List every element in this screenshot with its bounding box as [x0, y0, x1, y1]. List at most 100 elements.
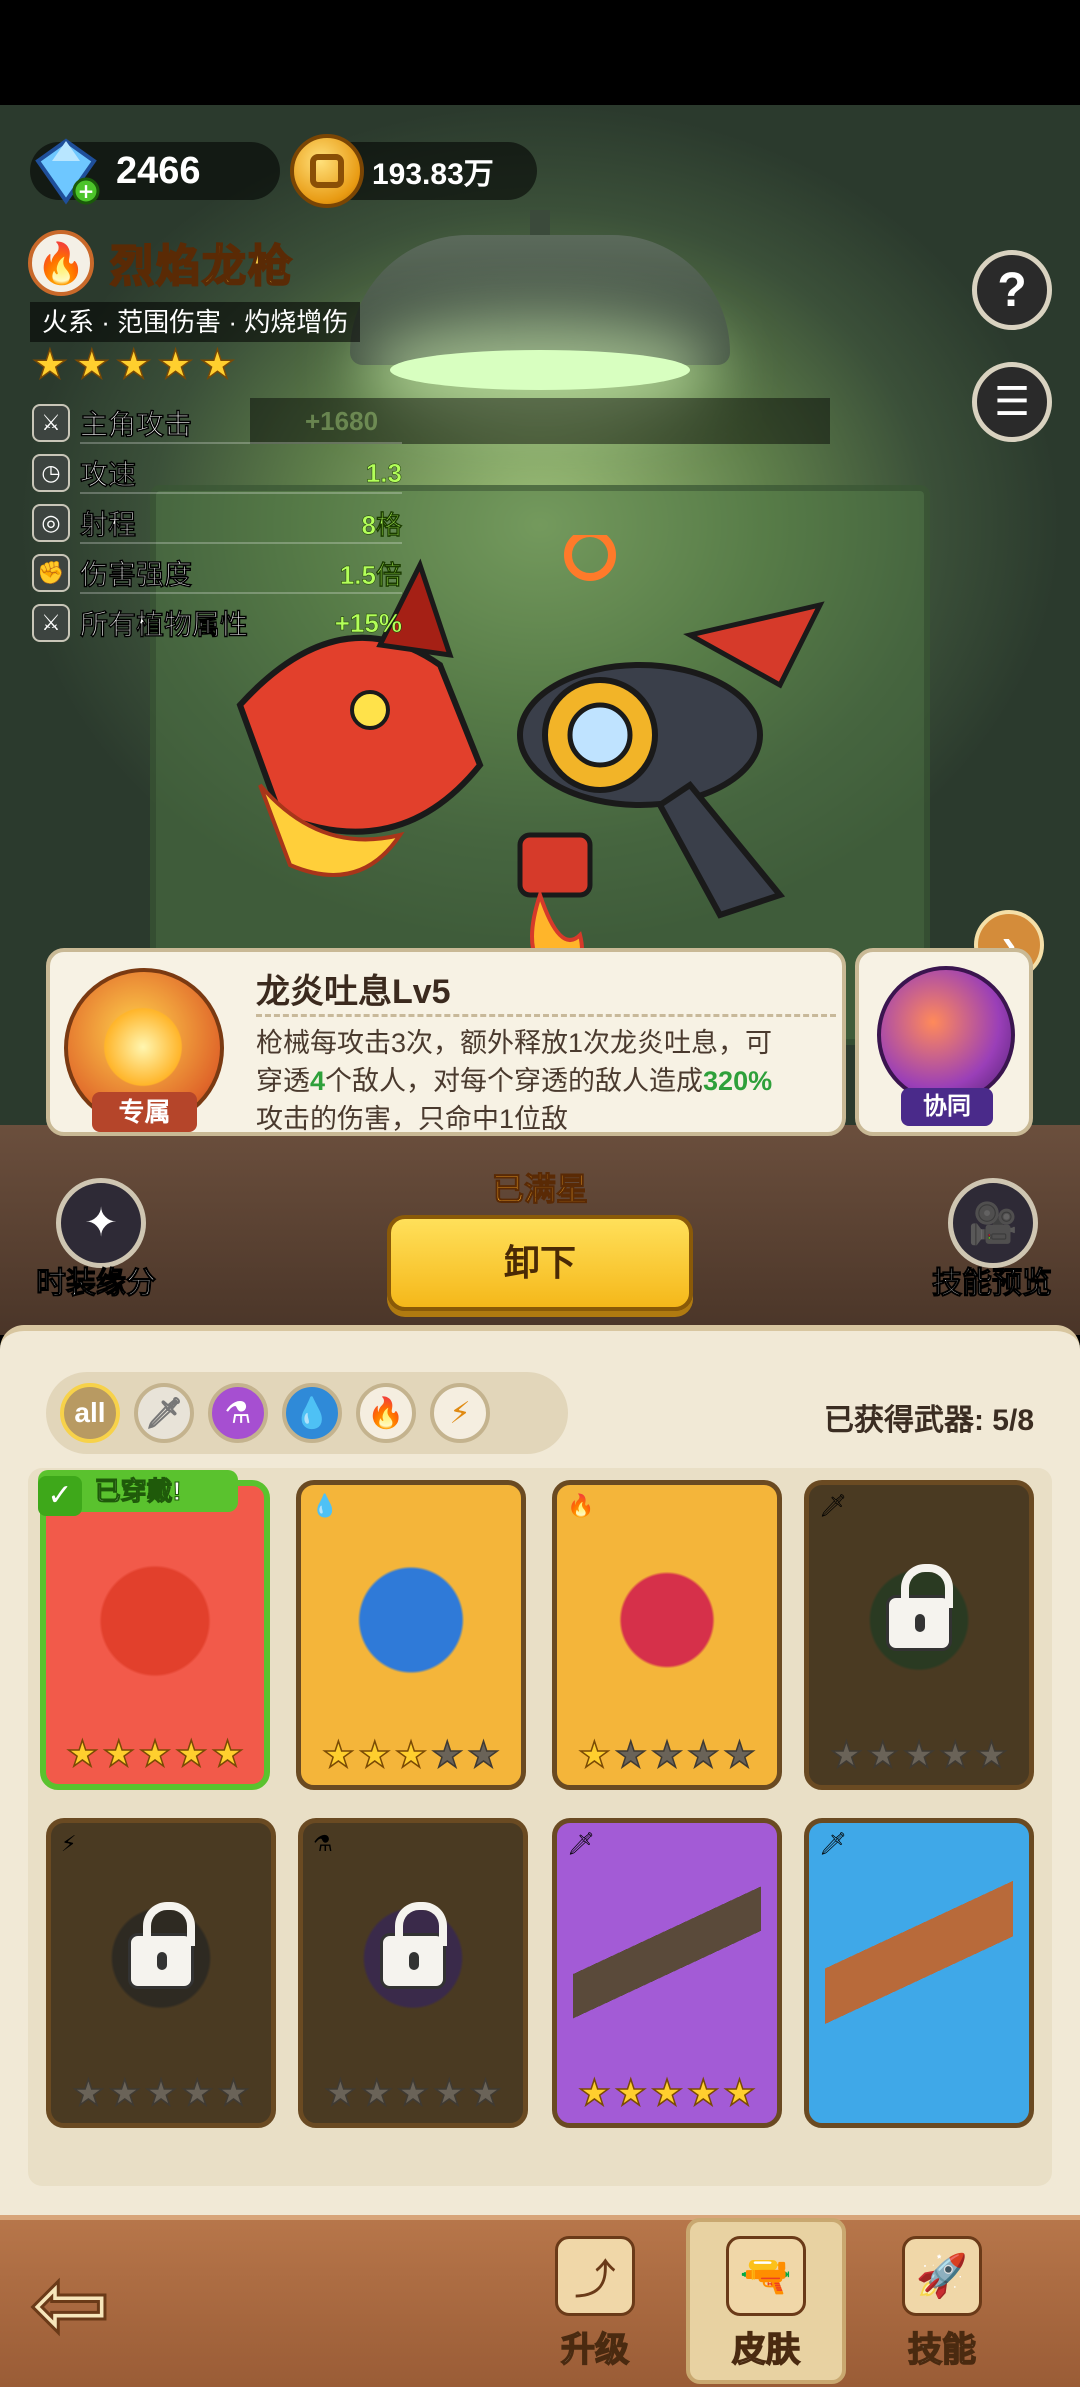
stat-value: 8格: [361, 509, 402, 540]
exclusive-tag: 专属: [92, 1092, 197, 1132]
weapon-art: [825, 1863, 1013, 2053]
weapon-star-rating: ★ ★ ★ ★ ★: [31, 343, 236, 387]
card-stars: ★ ★ ★ ★ ★: [322, 1734, 501, 1775]
stat-label: 伤害强度: [80, 559, 193, 591]
weapon-tags: 火系 · 范围伤害 · 灼烧增伤: [30, 302, 360, 342]
lamp-shade: [350, 235, 730, 365]
weapon-card-fire-blaster[interactable]: 🔥 ★ ★ ★ ★ ★: [552, 1480, 782, 1790]
sword-stat-icon: ⚔: [32, 604, 70, 642]
card-stars: ★ ★ ★ ★ ★: [324, 2072, 503, 2113]
fire-element-icon: 🔥: [567, 1493, 595, 1518]
stat-range: ◎ 射程 8格: [32, 498, 402, 548]
skill-title: 龙炎吐息Lv5: [256, 973, 451, 1011]
lock-icon: [886, 1564, 953, 1651]
menu-list-button[interactable]: ☰: [972, 362, 1052, 442]
star-icon: ★: [31, 343, 68, 387]
costume-bond-button[interactable]: ✦: [56, 1178, 146, 1268]
stat-attack: ⚔ 主角攻击: [32, 398, 402, 448]
target-icon: ◎: [32, 504, 70, 542]
skill-card[interactable]: 专属 龙炎吐息Lv5 枪械每攻击3次，额外释放1次龙炎吐息，可穿透4个敌人，对每…: [46, 948, 846, 1136]
stat-plant-attributes: ⚔ 所有植物属性 +15%: [32, 598, 402, 648]
weapon-card-dragon-gun[interactable]: ★ ★ ★ ★ ★: [40, 1480, 270, 1790]
clock-icon: ◷: [32, 454, 70, 492]
water-element-icon: 💧: [311, 1493, 339, 1518]
poison-element-icon: ⚗: [313, 1831, 333, 1856]
nav-skin-label: 皮肤: [731, 2330, 801, 2370]
max-star-status: 已满星: [491, 1171, 588, 1208]
stat-label: 所有植物属性: [80, 609, 249, 641]
filter-electric-icon[interactable]: ⚡: [430, 1383, 490, 1443]
fist-icon: ✊: [32, 554, 70, 592]
svg-text:+: +: [78, 179, 95, 203]
card-stars: ★ ★ ★ ★ ★: [578, 1734, 757, 1775]
stat-label: 射程: [80, 509, 137, 541]
filter-poison-icon[interactable]: ⚗: [208, 1383, 268, 1443]
synergy-tag: 协同: [901, 1088, 993, 1126]
gem-icon: +: [35, 138, 100, 205]
sword-element-icon: 🗡: [819, 1831, 847, 1856]
check-icon: ✓: [38, 1476, 82, 1516]
stat-value: +15%: [334, 607, 403, 638]
star-icon: ★: [115, 343, 152, 387]
stat-damage: ✊ 伤害强度 1.5倍: [32, 548, 402, 598]
skill-preview-button[interactable]: 🎥: [948, 1178, 1038, 1268]
game-screen: › 2466 + 193.83万 ? ☰ 🔥 烈焰龙枪 火系 · 范围伤害 · …: [0, 0, 1080, 2387]
weapon-card-locked-sniper[interactable]: 🗡 ★ ★ ★ ★ ★: [804, 1480, 1034, 1790]
lamp-glow: [390, 350, 690, 390]
filter-water-icon[interactable]: 💧: [282, 1383, 342, 1443]
sword-element-icon: 🗡: [819, 1493, 847, 1518]
card-stars: ★ ★ ★ ★ ★: [66, 1733, 245, 1774]
stat-value: 1.3: [365, 457, 403, 488]
synergy-card[interactable]: 协同: [855, 948, 1033, 1136]
weapon-art: [317, 1525, 505, 1715]
weapon-card-flower-shotgun[interactable]: 🗡 ★ ★ ★ ★ ★: [552, 1818, 782, 2128]
skills-rocket-icon: 🚀: [902, 2236, 982, 2316]
sword-element-icon: 🗡: [567, 1831, 595, 1856]
stat-attack-speed: ◷ 攻速 1.3: [32, 448, 402, 498]
fire-element-icon: 🔥: [28, 230, 94, 296]
weapon-art: [573, 1863, 761, 2053]
weapon-card-locked-poison[interactable]: ⚗ ★ ★ ★ ★ ★: [298, 1818, 528, 2128]
skill-description: 枪械每攻击3次，额外释放1次龙炎吐息，可穿透4个敌人，对每个穿透的敌人造成320…: [256, 1028, 773, 1134]
skill-preview-label: 技能预览: [932, 1267, 1053, 1301]
weapon-art: [573, 1525, 761, 1715]
gold-amount: 193.83万: [372, 158, 494, 191]
star-icon: ★: [157, 343, 194, 387]
lock-icon: [128, 1902, 195, 1989]
collected-weapons-count: 已获得武器: 5/8: [823, 1404, 1034, 1437]
weapon-art: [62, 1526, 248, 1716]
stat-label: 攻速: [80, 459, 137, 491]
synergy-bullet-icon: [877, 966, 1015, 1104]
weapon-card-basic-shotgun[interactable]: 🗡: [804, 1818, 1034, 2128]
stat-value: 1.5倍: [339, 559, 403, 590]
unequip-button[interactable]: 卸下: [387, 1215, 693, 1311]
nav-upgrade-label: 升级: [560, 2330, 630, 2370]
weapon-stats: ⚔ 主角攻击 ◷ 攻速 1.3 ◎ 射程 8格 ✊ 伤害强度 1.5倍 ⚔ 所有…: [32, 398, 402, 648]
filter-all-button[interactable]: all: [60, 1383, 120, 1443]
nav-skin[interactable]: 🔫 皮肤: [686, 2218, 846, 2384]
weapon-card-locked-electric[interactable]: ⚡ ★ ★ ★ ★ ★: [46, 1818, 276, 2128]
weapon-name: 烈焰龙枪: [109, 241, 294, 292]
stat-label: 主角攻击: [80, 409, 193, 441]
star-icon: ★: [73, 343, 110, 387]
nav-skills[interactable]: 🚀 技能: [862, 2230, 1022, 2380]
weapon-card-water-gun[interactable]: 💧 ★ ★ ★ ★ ★: [296, 1480, 526, 1790]
card-stars: ★ ★ ★ ★ ★: [72, 2072, 251, 2113]
skin-gun-icon: 🔫: [726, 2236, 806, 2316]
electric-element-icon: ⚡: [61, 1831, 77, 1856]
help-button[interactable]: ?: [972, 250, 1052, 330]
gold-coin-icon: [290, 134, 364, 208]
costume-bond-label: 时装缘分: [36, 1267, 157, 1301]
upgrade-icon: ⤴: [555, 2236, 635, 2316]
back-arrow-icon[interactable]: ⇦: [29, 2255, 150, 2354]
element-filter-bar: all 🗡 ⚗ 💧 🔥 ⚡: [46, 1372, 568, 1454]
card-stars: ★ ★ ★ ★ ★: [578, 2072, 757, 2113]
gem-amount: 2466: [116, 149, 201, 192]
card-stars: ★ ★ ★ ★ ★: [830, 1734, 1009, 1775]
star-icon: ★: [199, 343, 236, 387]
sword-stat-icon: ⚔: [32, 404, 70, 442]
filter-fire-icon[interactable]: 🔥: [356, 1383, 416, 1443]
nav-upgrade[interactable]: ⤴ 升级: [515, 2230, 675, 2380]
nav-skills-label: 技能: [907, 2330, 977, 2370]
filter-sword-icon[interactable]: 🗡: [134, 1383, 194, 1443]
